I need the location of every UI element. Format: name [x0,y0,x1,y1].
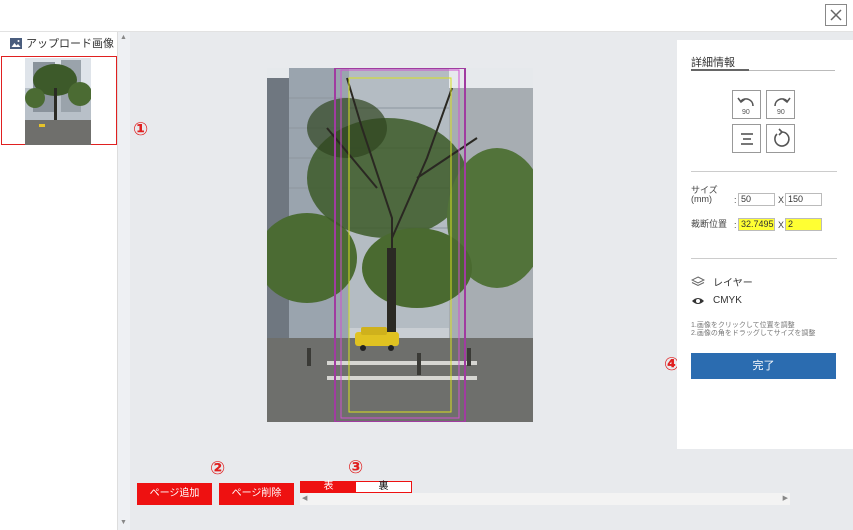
top-bar [0,0,853,32]
page-scrollbar[interactable]: ◀ ▶ [300,493,790,505]
size-height-input[interactable]: 150 [785,193,822,206]
scroll-right-icon[interactable]: ▶ [783,494,788,502]
face-toggle: 表 裏 [300,481,412,493]
cut-y-input[interactable]: 2 [785,218,822,231]
size-colon: : [734,195,737,205]
back-face-tab[interactable]: 裏 [356,482,411,492]
annotation-1: ① [133,119,149,140]
rotate-left-degree: 90 [742,109,750,116]
scroll-up-icon[interactable]: ▲ [120,34,127,41]
rotate-left-icon: 90 [736,97,754,116]
cmyk-row[interactable]: CMYK [691,295,742,306]
thumbnail-photo [25,58,91,145]
cmyk-label: CMYK [713,295,742,306]
layer-row[interactable]: レイヤー [691,274,753,289]
align-center-icon [740,132,753,145]
details-title: 詳細情報 [691,57,735,69]
reset-icon [773,127,790,147]
align-center-button[interactable] [732,124,761,153]
hint-1: 1.画像をクリックして位置を調整 [691,322,795,329]
scroll-left-icon[interactable]: ◀ [302,494,307,502]
hint-2: 2.画像の角をドラッグしてサイズを調整 [691,330,816,337]
close-button[interactable] [825,4,847,26]
rotate-left-button[interactable]: 90 [732,90,761,119]
image-thumbnail[interactable] [1,56,117,145]
uploaded-images-panel: アップロード画像 [0,32,118,530]
close-icon [830,9,842,21]
size-label: サイズ (mm) [691,185,718,204]
front-face-tab[interactable]: 表 [301,482,356,492]
rotate-right-button[interactable]: 90 [766,90,795,119]
scroll-down-icon[interactable]: ▼ [120,519,127,526]
cut-x-separator: X [778,220,785,230]
done-button[interactable]: 完了 [691,353,836,379]
delete-page-button[interactable]: ページ削除 [219,483,294,505]
divider-1 [691,171,837,172]
divider-2 [691,258,837,259]
layers-icon [691,275,705,286]
size-x-separator: X [778,195,785,205]
thumbnail-scrollbar[interactable]: ▲ ▼ [118,32,130,530]
edit-image[interactable] [267,68,533,422]
rotate-right-icon: 90 [773,97,791,116]
cut-x-input[interactable]: 32.7495 [738,218,775,231]
annotation-3: ③ [348,457,364,478]
layer-label: レイヤー [713,278,753,289]
details-panel: 詳細情報 90 90 サイズ (mm) : 50 X 150 裁断位置: 32… [677,40,853,449]
title-underline [691,69,749,71]
panel-header: アップロード画像 [10,35,114,51]
annotation-2: ② [210,458,226,479]
size-width-input[interactable]: 50 [738,193,775,206]
cut-position-label: 裁断位置 [691,219,728,229]
add-page-button[interactable]: ページ追加 [137,483,212,505]
eye-icon [692,297,704,304]
rotate-right-degree: 90 [777,109,785,116]
image-icon [10,37,22,49]
panel-title: アップロード画像 [26,38,114,50]
reset-button[interactable] [766,124,795,153]
cut-colon: : [734,220,737,230]
